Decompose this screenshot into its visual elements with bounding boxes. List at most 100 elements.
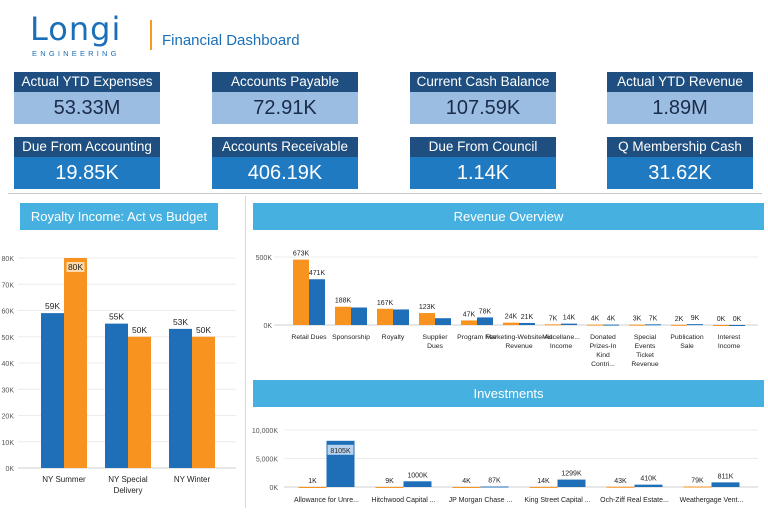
- kpi-value: 19.85K: [14, 157, 160, 189]
- royalty-income-chart: 0K 10K 20K 30K 40K 50K 60K 70K 80K 59K 80K NY Summe…: [2, 256, 236, 495]
- x-category-label: Prizes-In: [590, 343, 617, 350]
- y-tick-label: 20K: [2, 414, 15, 421]
- bar: [480, 486, 509, 488]
- bar: [64, 258, 87, 468]
- data-label: 59K: [45, 301, 60, 311]
- x-category-label: Donated: [590, 334, 616, 341]
- revenue-chart-title: Revenue Overview: [253, 203, 764, 230]
- kpi-value: 53.33M: [14, 92, 160, 124]
- data-label: 4K: [607, 316, 616, 323]
- data-label: 410K: [640, 476, 657, 483]
- kpi-value: 31.62K: [607, 157, 753, 189]
- kpi-card: Actual YTD Revenue 1.89M: [607, 72, 753, 124]
- bar: [419, 313, 435, 325]
- bar: [309, 279, 325, 325]
- bar: [375, 486, 404, 488]
- x-category-label: Dues: [427, 343, 443, 350]
- bar: [545, 324, 561, 326]
- data-label: 43K: [614, 478, 627, 485]
- kpi-label: Actual YTD Expenses: [14, 72, 160, 92]
- bar: [477, 317, 493, 325]
- data-label: 673K: [293, 251, 310, 258]
- x-category-label: Revenue: [631, 361, 658, 368]
- column-divider: [245, 196, 246, 508]
- kpi-label: Q Membership Cash: [607, 137, 753, 157]
- bar: [529, 486, 558, 488]
- data-label: 1K: [308, 478, 317, 485]
- data-label: 1000K: [407, 472, 428, 479]
- kpi-value: 72.91K: [212, 92, 358, 124]
- bar: [403, 481, 432, 487]
- y-tick-label: 0K: [5, 466, 14, 473]
- y-tick-label: 80K: [2, 256, 15, 263]
- bar: [393, 309, 409, 325]
- x-category-label: Royalty: [382, 334, 405, 341]
- bar: [711, 482, 740, 487]
- data-label: 78K: [479, 308, 492, 315]
- bar: [729, 325, 745, 326]
- revenue-overview-chart: 0K 500K 673K 471K Retail Dues 188K Sponsorship…: [256, 251, 758, 368]
- dashboard: Longi ENGINEERING Financial Dashboard Ac…: [0, 0, 768, 512]
- y-tick-label: 10,000K: [252, 428, 278, 435]
- data-label: 188K: [335, 298, 352, 305]
- page-title: Financial Dashboard: [162, 32, 300, 49]
- kpi-card: Due From Accounting 19.85K: [14, 137, 160, 189]
- x-category-label: King Street Capital ...: [524, 497, 590, 504]
- data-label: 471K: [309, 270, 326, 277]
- bar: [634, 484, 663, 487]
- data-label: 8105K: [330, 448, 351, 455]
- kpi-value: 1.89M: [607, 92, 753, 124]
- data-label: 4K: [462, 478, 471, 485]
- data-label: 3K: [633, 316, 642, 323]
- bar: [105, 323, 128, 468]
- kpi-card: Accounts Payable 72.91K: [212, 72, 358, 124]
- bar: [671, 324, 687, 326]
- x-category-label: Hitchwood Capital ...: [371, 497, 435, 504]
- bar: [645, 324, 661, 326]
- section-divider: [8, 193, 762, 194]
- y-tick-label: 10K: [2, 440, 15, 447]
- kpi-label: Current Cash Balance: [410, 72, 556, 92]
- y-tick-label: 5,000K: [256, 457, 279, 464]
- data-label: 9K: [691, 315, 700, 322]
- kpi-card: Q Membership Cash 31.62K: [607, 137, 753, 189]
- y-tick-label: 0K: [269, 485, 278, 492]
- x-category-label: Miscellane...: [542, 334, 580, 341]
- bar: [629, 324, 645, 326]
- data-label: 47K: [463, 311, 476, 318]
- x-category-label: Allowance for Unre...: [294, 497, 359, 504]
- x-category-label: Weathergage Vent...: [680, 497, 744, 504]
- kpi-label: Accounts Payable: [212, 72, 358, 92]
- kpi-label: Actual YTD Revenue: [607, 72, 753, 92]
- bar: [587, 324, 603, 326]
- bar: [687, 324, 703, 326]
- bar: [351, 307, 367, 325]
- logo-wordmark: Longi: [30, 10, 122, 48]
- bar: [461, 320, 477, 325]
- investments-chart: 0K 5,000K 10,000K 1K 8105K Allowance for Unre…: [252, 428, 758, 504]
- data-label: 7K: [649, 315, 658, 322]
- bar: [293, 259, 309, 325]
- data-label: 14K: [563, 315, 576, 322]
- data-label: 0K: [717, 316, 726, 323]
- y-tick-label: 500K: [256, 255, 273, 262]
- kpi-label: Due From Accounting: [14, 137, 160, 157]
- x-category-label: Supplier: [423, 334, 449, 341]
- x-category-label: Ticket: [636, 352, 654, 359]
- x-category-label: Retail Dues: [291, 334, 327, 341]
- bar: [169, 328, 192, 468]
- data-label: 0K: [733, 316, 742, 323]
- x-category-label: JP Morgan Chase ...: [449, 497, 513, 504]
- data-label: 4K: [591, 316, 600, 323]
- data-label: 50K: [132, 325, 147, 335]
- bar: [192, 336, 215, 468]
- data-label: 7K: [549, 315, 558, 322]
- x-category-label: Contri...: [591, 361, 615, 368]
- kpi-card: Current Cash Balance 107.59K: [410, 72, 556, 124]
- x-category-label: Income: [550, 343, 573, 350]
- kpi-value: 406.19K: [212, 157, 358, 189]
- y-tick-label: 60K: [2, 309, 15, 316]
- bar: [298, 486, 327, 488]
- kpi-value: 1.14K: [410, 157, 556, 189]
- bar: [519, 322, 535, 325]
